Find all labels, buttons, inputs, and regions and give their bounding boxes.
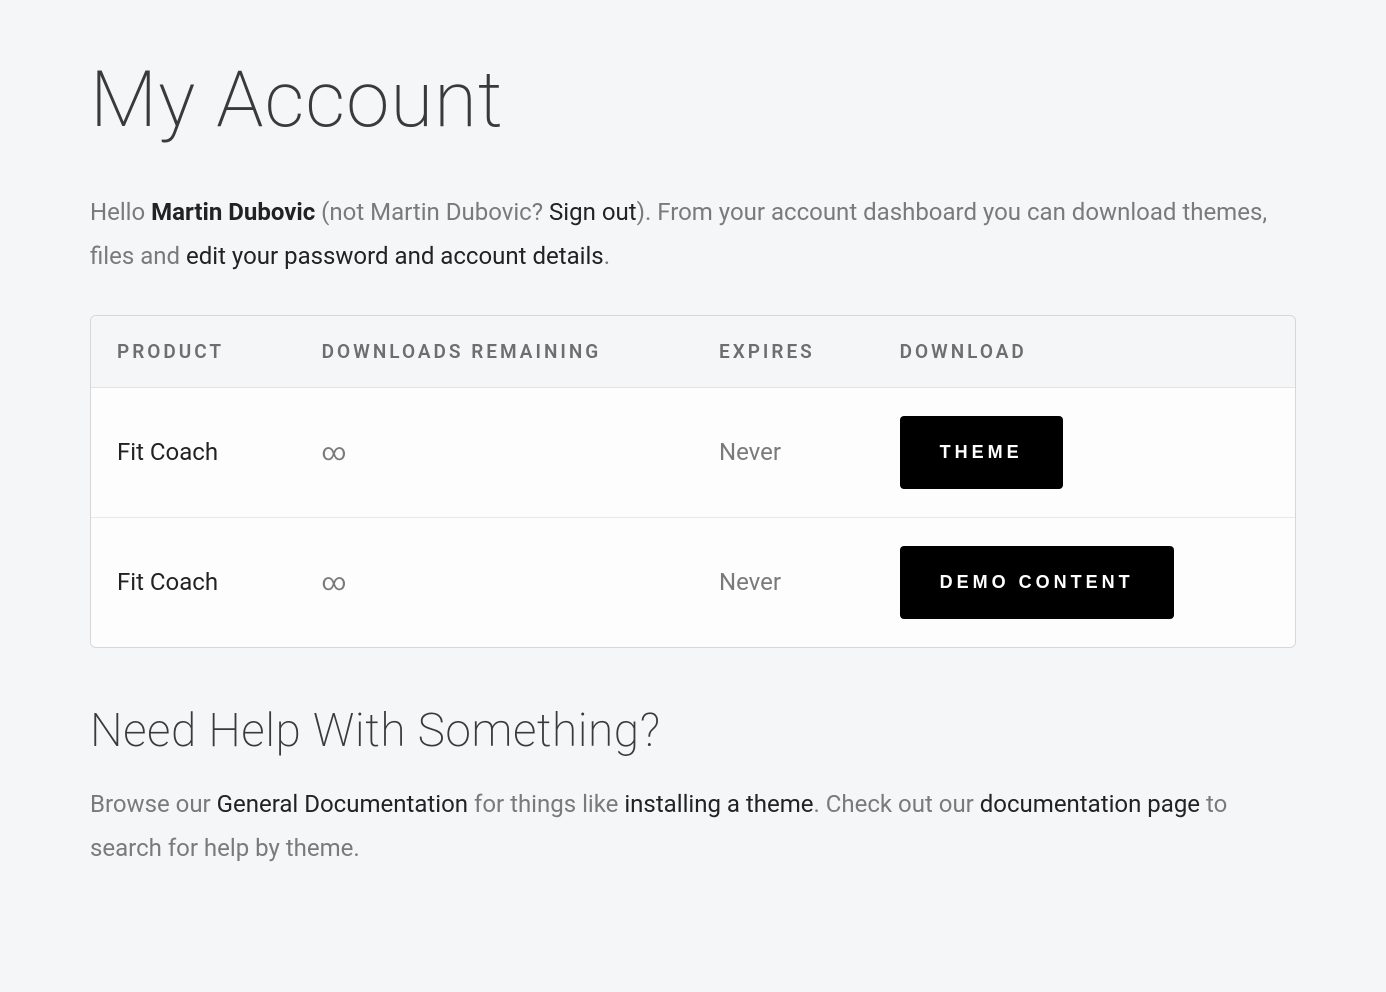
help-title: Need Help With Something?	[90, 704, 1296, 758]
help-mid: for things like	[468, 790, 624, 818]
table-row: Fit Coach ∞ Never Demo Content	[91, 517, 1295, 647]
downloads-table: Product Downloads Remaining Expires Down…	[90, 315, 1296, 648]
not-user-text: (not Martin Dubovic?	[315, 198, 549, 226]
cell-remaining: ∞	[296, 517, 693, 647]
download-theme-button[interactable]: Theme	[900, 416, 1063, 489]
edit-account-link[interactable]: edit your password and account details	[186, 242, 604, 270]
help-text: Browse our General Documentation for thi…	[90, 782, 1296, 871]
th-product: Product	[91, 316, 296, 388]
general-documentation-link[interactable]: General Documentation	[217, 790, 468, 818]
intro-text: Hello Martin Dubovic (not Martin Dubovic…	[90, 190, 1296, 279]
table-row: Fit Coach ∞ Never Theme	[91, 388, 1295, 517]
user-name: Martin Dubovic	[151, 198, 315, 226]
help-after-install: . Check out our	[814, 790, 980, 818]
cell-product: Fit Coach	[91, 388, 296, 517]
th-expires: Expires	[693, 316, 874, 388]
cell-remaining: ∞	[296, 388, 693, 517]
cell-product: Fit Coach	[91, 517, 296, 647]
installing-theme-link[interactable]: installing a theme	[624, 790, 813, 818]
cell-download: Demo Content	[874, 517, 1295, 647]
th-remaining: Downloads Remaining	[296, 316, 693, 388]
cell-expires: Never	[693, 388, 874, 517]
page-title: My Account	[90, 60, 1296, 142]
th-download: Download	[874, 316, 1295, 388]
table-header-row: Product Downloads Remaining Expires Down…	[91, 316, 1295, 388]
sign-out-link[interactable]: Sign out	[549, 198, 637, 226]
cell-download: Theme	[874, 388, 1295, 517]
intro-period: .	[604, 242, 610, 270]
hello-text: Hello	[90, 198, 151, 226]
cell-expires: Never	[693, 517, 874, 647]
help-prefix: Browse our	[90, 790, 217, 818]
documentation-page-link[interactable]: documentation page	[980, 790, 1200, 818]
download-demo-content-button[interactable]: Demo Content	[900, 546, 1174, 619]
